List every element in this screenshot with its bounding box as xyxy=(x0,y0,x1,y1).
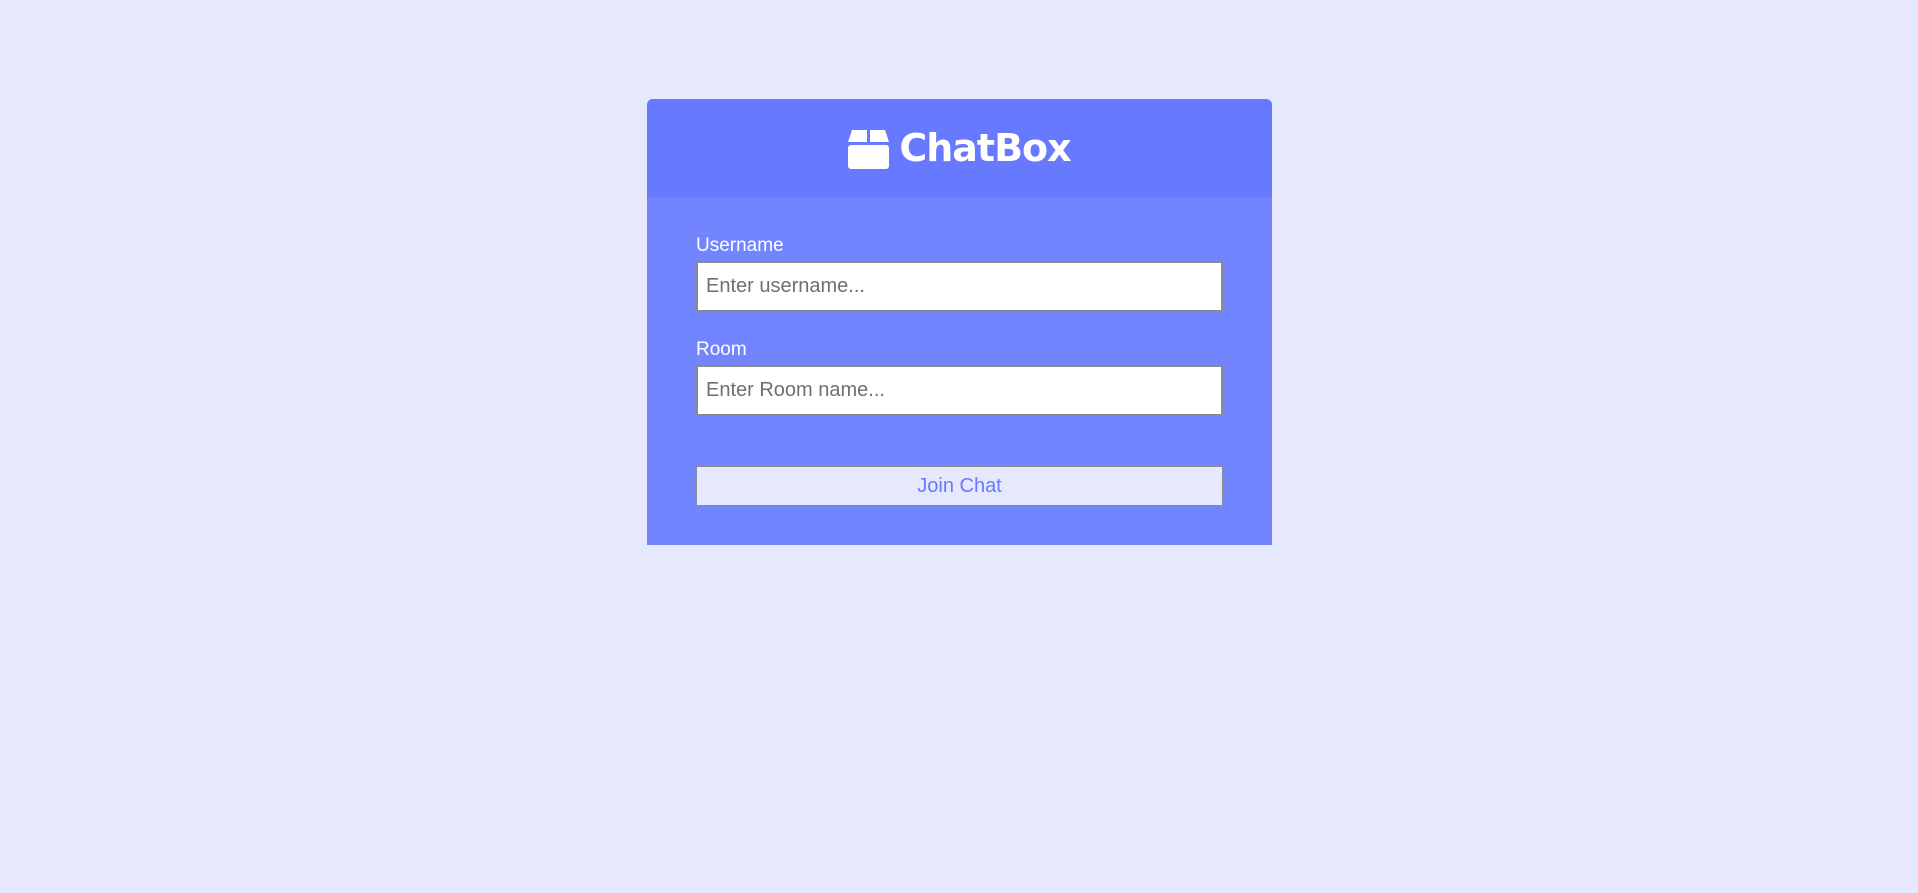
room-group: Room xyxy=(696,339,1223,416)
box-icon xyxy=(848,128,890,169)
room-label: Room xyxy=(696,339,747,360)
app-title: ChatBox xyxy=(899,126,1071,170)
join-chat-button[interactable]: Join Chat xyxy=(696,466,1223,506)
room-input[interactable] xyxy=(696,365,1223,416)
join-form: Username Room Join Chat xyxy=(647,197,1272,506)
join-header: ChatBox xyxy=(647,99,1272,197)
username-group: Username xyxy=(696,235,1223,312)
username-input[interactable] xyxy=(696,261,1223,312)
username-label: Username xyxy=(696,235,784,256)
join-container: ChatBox Username Room Join Chat xyxy=(647,99,1272,545)
